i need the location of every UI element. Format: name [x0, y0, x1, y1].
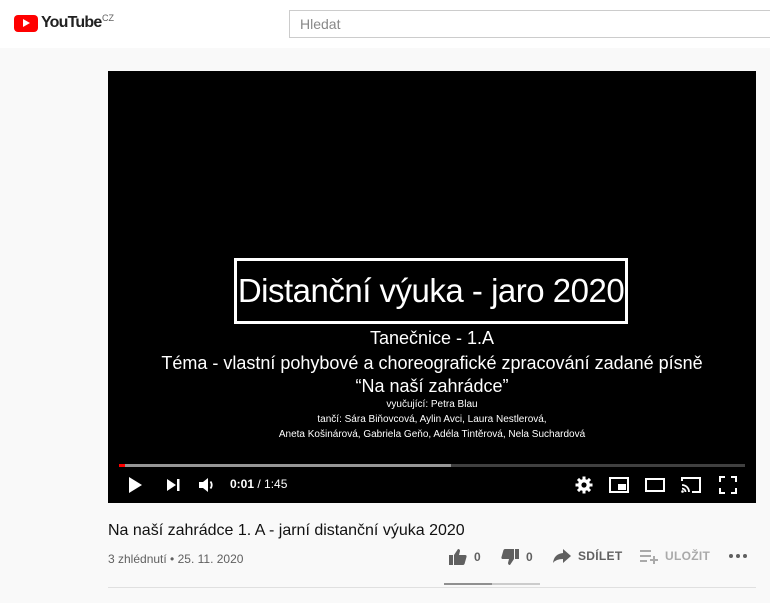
slide-line: “Na naší zahrádce” — [355, 376, 509, 396]
video-title: Na naší zahrádce 1. A - jarní distanční … — [108, 522, 465, 539]
miniplayer-button[interactable] — [608, 474, 630, 496]
dislike-count: 0 — [526, 550, 533, 564]
sentiment-bar — [444, 583, 540, 585]
slide-line: Aneta Košinárová, Gabriela Geňo, Adéla T… — [278, 429, 586, 440]
cast-icon — [681, 477, 701, 493]
next-button[interactable] — [163, 475, 183, 495]
upload-date: 25. 11. 2020 — [177, 552, 244, 566]
slide-line: Tanečnice - 1.A — [369, 328, 495, 348]
dislike-button[interactable]: 0 — [500, 548, 533, 566]
top-bar: YouTube CZ — [0, 0, 770, 48]
slide-line: vyučující: Petra Blau — [386, 399, 478, 410]
view-count: 3 zhlédnutí — [108, 552, 167, 566]
video-player[interactable]: Distanční výuka - jaro 2020 Tanečnice - … — [108, 71, 756, 503]
theater-mode-button[interactable] — [643, 474, 667, 496]
fullscreen-button[interactable] — [717, 474, 739, 496]
video-meta: 3 zhlédnutí • 25. 11. 2020 — [108, 552, 243, 566]
settings-button[interactable] — [573, 474, 595, 496]
meta-separator: • — [166, 552, 178, 566]
share-button[interactable]: SDÍLET — [552, 548, 622, 564]
miniplayer-icon — [609, 477, 629, 493]
play-button[interactable] — [126, 474, 144, 496]
progress-played — [119, 464, 125, 467]
add-to-playlist-icon — [640, 550, 658, 564]
time-total: 1:45 — [264, 477, 288, 491]
sentiment-bar-fill — [444, 583, 492, 585]
cast-button[interactable] — [679, 474, 703, 496]
volume-icon — [199, 478, 213, 492]
youtube-logo[interactable]: YouTube CZ — [14, 13, 114, 32]
save-label: ULOŽIT — [665, 549, 711, 563]
slide-title: Distanční výuka - jaro 2020 — [237, 272, 625, 309]
progress-buffered — [119, 464, 451, 467]
share-icon — [553, 549, 571, 563]
search-box[interactable] — [289, 10, 770, 38]
fullscreen-icon — [719, 476, 737, 494]
more-actions-button[interactable] — [728, 553, 748, 559]
theater-icon — [645, 478, 665, 492]
youtube-logo-icon — [14, 14, 38, 32]
thumbs-up-icon — [449, 549, 467, 565]
logo-text: YouTube — [41, 14, 102, 31]
settings-icon — [575, 476, 593, 494]
time-separator: / — [254, 477, 265, 491]
progress-bar[interactable] — [119, 464, 745, 467]
time-current: 0:01 — [230, 477, 255, 491]
thumbs-down-icon — [501, 549, 519, 565]
share-label: SDÍLET — [578, 549, 623, 563]
like-button[interactable]: 0 — [448, 548, 481, 566]
next-icon — [167, 479, 180, 491]
volume-button[interactable] — [196, 474, 218, 496]
search-input[interactable] — [300, 15, 760, 33]
divider — [108, 587, 756, 588]
time-display: 0:01 / 1:45 — [230, 477, 287, 491]
slide-line: Téma - vlastní pohybové a choreografické… — [161, 353, 703, 373]
slide-line: tančí: Sára Biňovcová, Aylin Avci, Laura… — [317, 414, 547, 425]
like-count: 0 — [474, 550, 481, 564]
country-code: CZ — [102, 13, 114, 23]
save-button[interactable]: ULOŽIT — [639, 548, 710, 564]
slide-title-box: Distanční výuka - jaro 2020 — [234, 258, 628, 324]
more-horizontal-icon — [729, 554, 747, 558]
play-icon — [129, 477, 142, 493]
